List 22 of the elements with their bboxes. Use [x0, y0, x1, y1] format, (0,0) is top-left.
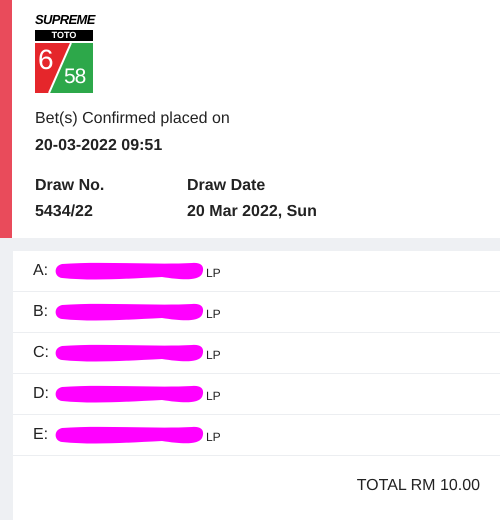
bet-label: A:	[33, 261, 50, 281]
bet-label: D:	[33, 384, 50, 404]
logo-brand: SUPREME	[35, 12, 95, 28]
bet-label: C:	[33, 343, 50, 363]
bet-label: B:	[33, 302, 50, 322]
bet-suffix: LP	[206, 348, 221, 362]
logo-digit: 6	[38, 45, 54, 75]
draw-info-value: 20 Mar 2022, Sun	[187, 202, 317, 222]
logo-split-drawing	[35, 43, 93, 93]
confirmation-datetime: 20-03-2022 09:51	[35, 136, 164, 156]
confirmation-message: Bet(s) Confirmed placed on	[35, 109, 231, 129]
bet-suffix: LP	[206, 266, 221, 280]
logo-game: TOTO	[35, 30, 93, 41]
bet-suffix: LP	[206, 306, 221, 320]
total-amount: TOTAL RM 10.00	[356, 476, 480, 496]
bet-label: E:	[33, 425, 50, 445]
bet-suffix: LP	[206, 430, 221, 444]
draw-info-label: Draw No.	[35, 176, 106, 196]
bet-suffix: LP	[206, 388, 221, 402]
draw-info-label: Draw Date	[187, 176, 266, 196]
draw-info-value: 5434/22	[35, 202, 94, 222]
logo-digits: 58	[64, 65, 86, 89]
